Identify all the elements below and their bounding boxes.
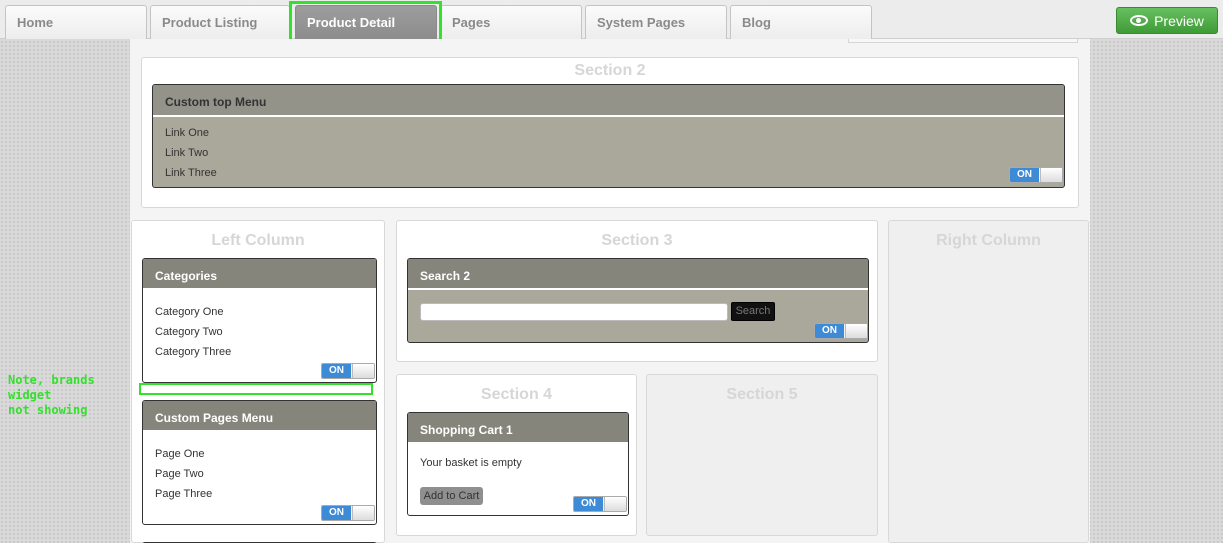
tab-system-pages[interactable]: System Pages [585,5,727,39]
shopping-cart-widget[interactable]: Shopping Cart 1 Your basket is empty Add… [407,412,629,516]
section-4: Section 4 Shopping Cart 1 Your basket is… [396,374,637,536]
annotation-note: Note, brands widget not showing [8,373,138,418]
add-to-cart-button[interactable]: Add to Cart [420,487,483,505]
widget-title: Shopping Cart 1 [408,413,628,444]
widget-toggle[interactable]: ON [573,496,627,512]
tab-product-listing[interactable]: Product Listing [150,5,290,39]
preview-button[interactable]: Preview [1116,7,1218,34]
widget-title: Categories [143,259,376,290]
page-link[interactable]: Page Two [155,464,364,484]
widget-toggle[interactable]: ON [321,505,375,521]
eye-icon [1130,15,1149,26]
toggle-knob [845,324,867,338]
toggle-knob [352,364,374,378]
widget-toggle[interactable]: ON [1009,167,1063,183]
tab-blog[interactable]: Blog [730,5,872,39]
toggle-knob [352,506,374,520]
menu-link[interactable]: Link Three [165,163,1052,183]
page-link[interactable]: Page Three [155,484,364,504]
section-5-title: Section 5 [726,386,798,403]
section-2: Section 2 Custom top Menu Link One Link … [141,57,1079,208]
tab-pages[interactable]: Pages [440,5,582,39]
left-column: Left Column Categories Category One Cate… [131,220,385,543]
category-link[interactable]: Category Three [155,342,364,362]
toggle-on-label: ON [1010,168,1039,182]
custom-top-menu-widget[interactable]: Custom top Menu Link One Link Two Link T… [152,84,1065,188]
menu-link[interactable]: Link Two [165,143,1052,163]
section-1-bottom-edge [848,39,1078,43]
left-column-title: Left Column [211,232,305,249]
annotation-line: Note, brands widget [8,373,95,402]
tab-bar: Home Product Listing Product Detail Page… [0,0,1223,39]
tab-home[interactable]: Home [5,5,147,39]
right-column-title: Right Column [936,232,1041,249]
page-link[interactable]: Page One [155,444,364,464]
section-5: Section 5 [646,374,878,536]
section-4-title: Section 4 [480,386,553,403]
menu-link[interactable]: Link One [165,123,1052,143]
toggle-knob [604,497,626,511]
search-button[interactable]: Search [731,302,775,321]
section-3-title: Section 3 [601,232,673,249]
section-2-title: Section 2 [574,62,646,79]
tab-product-detail[interactable]: Product Detail [295,5,437,39]
annotation-line: not showing [8,403,88,417]
toggle-knob [1040,168,1062,182]
widget-title: Custom Pages Menu [143,401,376,432]
categories-widget[interactable]: Categories Category One Category Two Cat… [142,258,377,383]
preview-label: Preview [1154,12,1204,29]
toggle-on-label: ON [574,497,603,511]
widget-toggle[interactable]: ON [814,323,868,339]
search-input[interactable] [420,303,728,321]
right-column: Right Column [888,220,1089,543]
widget-toggle[interactable]: ON [321,363,375,379]
missing-widget-highlight [139,383,373,395]
toggle-on-label: ON [815,324,844,338]
category-link[interactable]: Category One [155,302,364,322]
section-3: Section 3 Search 2 Search ON [396,220,878,362]
widget-title: Custom top Menu [153,85,1064,117]
widget-title: Search 2 [408,259,868,290]
cart-status: Your basket is empty [420,457,522,469]
toggle-on-label: ON [322,364,351,378]
category-link[interactable]: Category Two [155,322,364,342]
custom-pages-menu-widget[interactable]: Custom Pages Menu Page One Page Two Page… [142,400,377,525]
toggle-on-label: ON [322,506,351,520]
search-widget[interactable]: Search 2 Search ON [407,258,869,343]
